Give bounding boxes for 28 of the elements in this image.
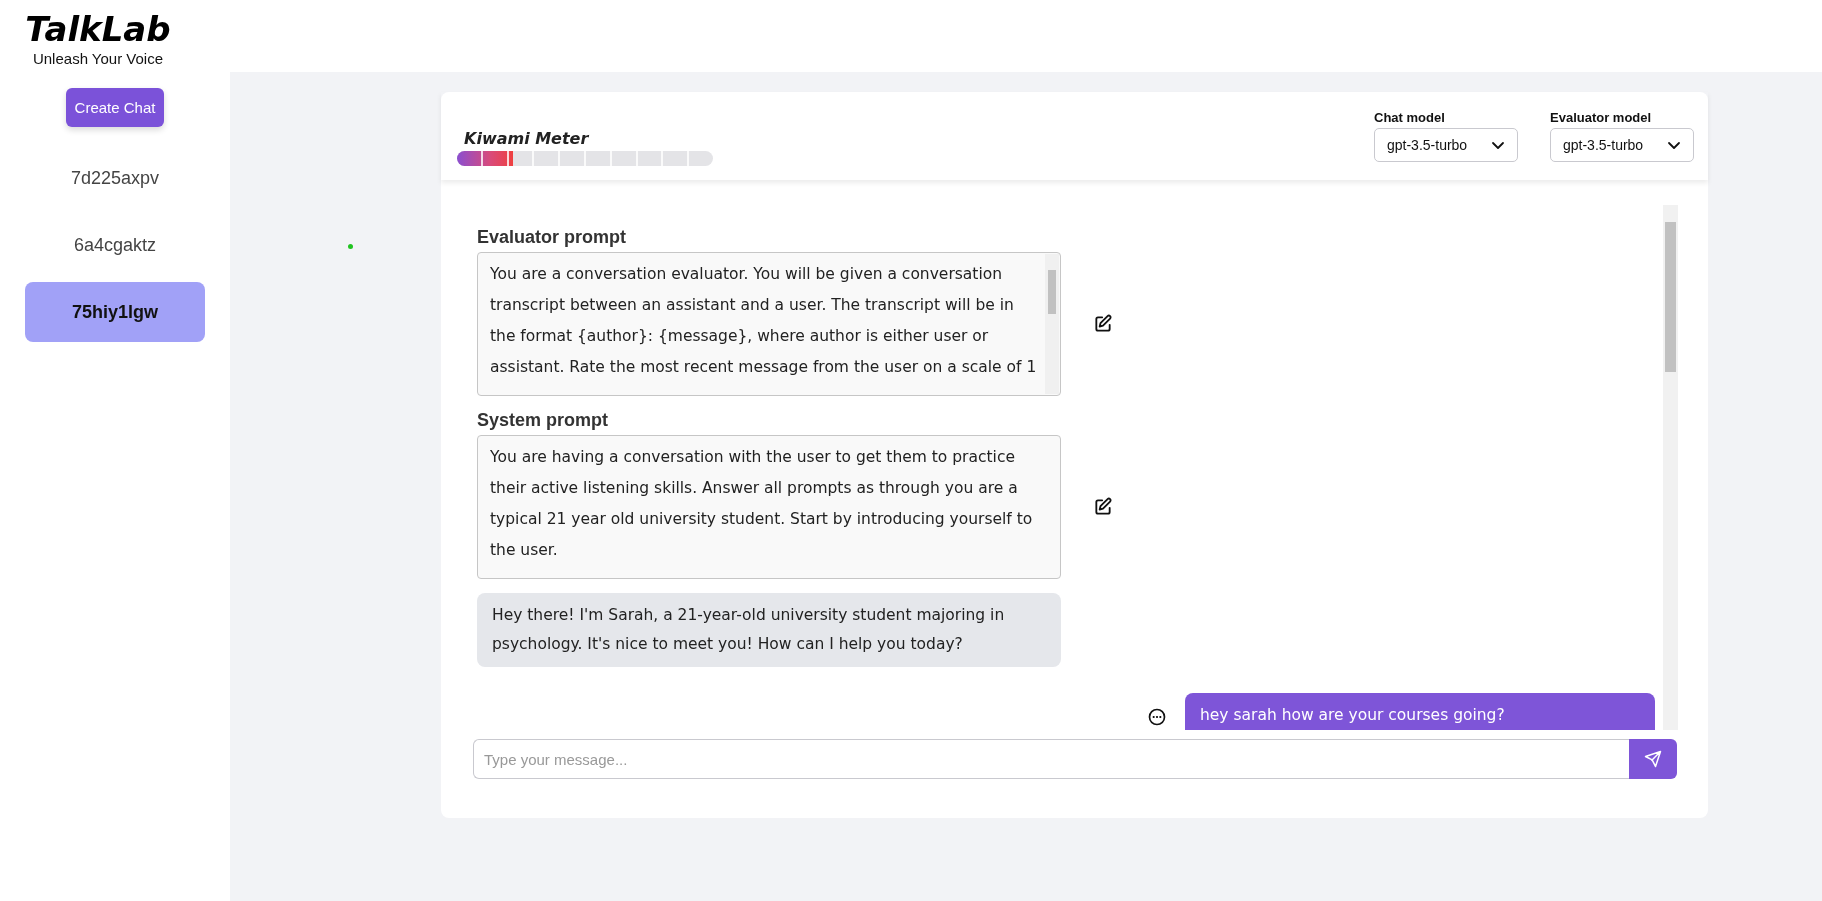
create-chat-button[interactable]: Create Chat (65, 88, 165, 127)
send-button[interactable] (1629, 739, 1677, 779)
status-dot (348, 244, 353, 249)
select-label: Chat model (1374, 110, 1446, 125)
prompt-field[interactable]: You are having a conversation with the user to get them to practice their active listening skills. Answer all prompts as through you are a typical 21 year old university student. Start by introducing yourself to the user. (477, 435, 1061, 579)
app-logo: TalkLab (25, 10, 171, 48)
chat-list-item[interactable]: 75hiy1lgw (25, 282, 205, 342)
app-tagline: Unleash Your Voice (32, 50, 164, 67)
scrollbar[interactable] (1663, 205, 1678, 730)
prompt-label: System prompt (477, 410, 609, 431)
chat-list-item[interactable]: 7d225axpv (25, 148, 205, 208)
edit-icon[interactable] (1093, 497, 1113, 517)
chevron-down-icon (1667, 140, 1681, 150)
chat-bubble-icon (1147, 707, 1167, 727)
send-icon (1643, 749, 1663, 769)
chat-list-item[interactable]: 6a4cgaktz (25, 215, 205, 275)
assistant-message: Hey there! I'm Sarah, a 21-year-old university student majoring in psychology. It's nice to meet you! How can I help you today? (477, 593, 1061, 667)
model-select[interactable]: gpt-3.5-turbo (1550, 128, 1694, 162)
scrollbar[interactable] (1045, 254, 1059, 394)
select-label: Evaluator model (1550, 110, 1653, 125)
message-input[interactable]: Type your message... (473, 739, 1629, 779)
model-select[interactable]: gpt-3.5-turbo (1374, 128, 1518, 162)
chevron-down-icon (1491, 140, 1505, 150)
meter-title: Kiwami Meter (464, 128, 590, 148)
user-message: hey sarah how are your courses going? (1185, 693, 1655, 730)
prompt-field[interactable]: You are a conversation evaluator. You will be given a conversation transcript between an assistant and a user. The transcript will be in the format {author}: {message}, where author is either user or assistant. Rate the most recent message from the user on a scale of 1 (477, 252, 1061, 396)
prompt-label: Evaluator prompt (477, 227, 627, 248)
edit-icon[interactable] (1093, 314, 1113, 334)
